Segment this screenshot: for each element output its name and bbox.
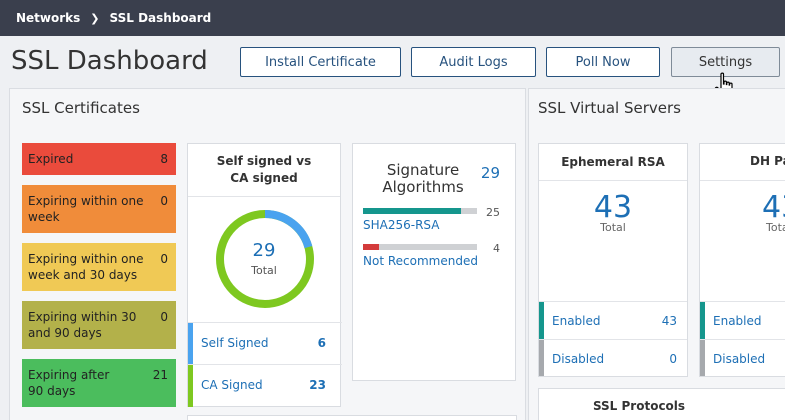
signature-total: 29 <box>480 164 500 182</box>
sha256-bar-track <box>363 208 477 214</box>
dh-disabled-row[interactable]: Disabled <box>700 339 785 376</box>
ssl-protocols-title: SSL Protocols <box>592 399 686 413</box>
status-expiring-after-90[interactable]: Expiring after 90 days 21 <box>22 359 176 407</box>
sha256-value: 25 <box>486 206 500 219</box>
chevron-right-icon: ❯ <box>90 11 100 25</box>
status-expiring-week-30[interactable]: Expiring within one week and 30 days 0 <box>22 243 176 291</box>
sha256-link[interactable]: SHA256-RSA <box>363 218 439 232</box>
poll-now-button[interactable]: Poll Now <box>546 47 660 77</box>
status-expired[interactable]: Expired 8 <box>22 143 176 175</box>
dh-card: DH Pa 43 Total Enabled Disabled <box>699 143 785 377</box>
ephemeral-rsa-total: 43 <box>593 190 633 225</box>
signature-title: Signature Algorithms <box>382 161 464 196</box>
signed-total-label: Total <box>251 264 277 277</box>
dh-total: 43 <box>762 190 785 225</box>
breadcrumb-current: SSL Dashboard <box>109 11 212 25</box>
not-recommended-value: 4 <box>493 242 500 255</box>
signed-card-title: Self signed vs CA signed <box>216 154 312 185</box>
ephemeral-rsa-title: Ephemeral RSA <box>561 155 665 169</box>
audit-logs-button[interactable]: Audit Logs <box>411 47 536 77</box>
dh-total-label: Total <box>766 221 785 234</box>
breadcrumb-networks[interactable]: Networks <box>16 11 80 25</box>
status-expiring-30-90[interactable]: Expiring within 30 and 90 days 0 <box>22 301 176 349</box>
ephemeral-rsa-total-label: Total <box>600 221 626 234</box>
sha256-bar <box>363 208 462 214</box>
not-recommended-bar <box>363 244 379 250</box>
not-recommended-link[interactable]: Not Recommended <box>363 254 478 268</box>
not-recommended-bar-track <box>363 244 477 250</box>
status-expiring-week[interactable]: Expiring within one week 0 <box>22 185 176 233</box>
page-title: SSL Dashboard <box>11 46 208 76</box>
self-signed-row[interactable]: Self Signed 6 <box>188 322 342 365</box>
ephemeral-rsa-enabled-row[interactable]: Enabled 43 <box>539 301 687 340</box>
dh-enabled-row[interactable]: Enabled <box>700 301 785 340</box>
ca-signed-row[interactable]: CA Signed 23 <box>188 364 342 407</box>
ephemeral-rsa-disabled-row[interactable]: Disabled 0 <box>539 339 687 376</box>
dh-card-title: DH Pa <box>750 154 785 168</box>
ssl-certificates-title: SSL Certificates <box>22 99 140 117</box>
breadcrumb: Networks ❯ SSL Dashboard <box>0 0 785 36</box>
signed-card: Self signed vs CA signed 29 Total Self S… <box>187 143 342 407</box>
bottom-card <box>187 415 517 420</box>
ssl-virtual-servers-title: SSL Virtual Servers <box>538 99 681 117</box>
signed-total: 29 <box>252 240 276 261</box>
install-certificate-button[interactable]: Install Certificate <box>240 47 401 77</box>
signature-algorithms-card: Signature Algorithms 29 25 SHA256-RSA 4 … <box>352 143 516 381</box>
ssl-protocols-card: SSL Protocols <box>538 388 785 420</box>
ephemeral-rsa-card: Ephemeral RSA 43 Total Enabled 43 Disabl… <box>538 143 688 377</box>
